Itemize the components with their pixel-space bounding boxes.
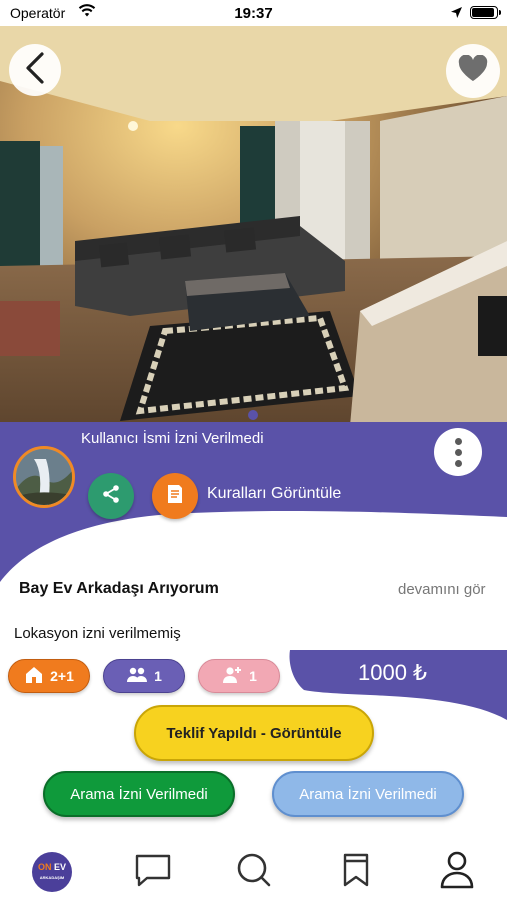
location-arrow-icon (450, 6, 463, 24)
document-icon (165, 483, 185, 510)
price-label: 1000 ₺ (358, 660, 428, 685)
listing-title: Bay Ev Arkadaşı Arıyorum (19, 580, 219, 597)
tab-bar: ON EV ARKADAŞIM (0, 838, 507, 900)
status-bar: Operatör 19:37 (0, 0, 507, 26)
more-options-button[interactable] (434, 428, 482, 476)
add-person-icon (221, 666, 243, 687)
tab-search[interactable] (232, 852, 276, 892)
share-button[interactable] (88, 473, 134, 519)
chat-icon (133, 852, 173, 893)
listing-photo[interactable] (0, 26, 507, 426)
resident-count-badge: 1 (103, 659, 185, 693)
location-text: Lokasyon izni verilmemiş (14, 625, 181, 642)
battery-icon (470, 6, 501, 19)
wanted-count-badge: 1 (198, 659, 280, 693)
call-button[interactable]: Arama İzni Verilmedi (43, 771, 235, 817)
view-offer-button[interactable]: Teklif Yapıldı - Görüntüle (134, 705, 374, 761)
back-button[interactable] (9, 44, 61, 96)
profile-icon (439, 850, 475, 895)
tab-saved[interactable] (334, 852, 378, 892)
rules-button[interactable] (152, 473, 198, 519)
avatar[interactable] (13, 446, 75, 508)
wanted-count-value: 1 (249, 668, 257, 684)
resident-count-value: 1 (154, 668, 162, 684)
people-icon (126, 667, 148, 686)
read-more-link[interactable]: devamını gör (398, 581, 486, 598)
clock: 19:37 (234, 5, 273, 22)
photo-pager-dot (248, 410, 258, 420)
share-icon (101, 484, 121, 509)
tab-profile[interactable] (435, 850, 479, 895)
app-logo: ON EV ARKADAŞIM (37, 861, 67, 880)
owner-name: Kullanıcı İsmi İzni Verilmedi (81, 430, 264, 447)
favorite-button[interactable] (446, 44, 500, 98)
room-count-value: 2+1 (50, 668, 74, 684)
bookmark-icon (341, 852, 371, 893)
message-button[interactable]: Arama İzni Verilmedi (272, 771, 464, 817)
house-icon (24, 666, 44, 687)
rules-link[interactable]: Kuralları Görüntüle (207, 485, 341, 503)
heart-icon (458, 54, 488, 87)
tab-messages[interactable] (131, 852, 175, 892)
more-dots-icon (454, 437, 462, 445)
tab-home[interactable]: ON EV ARKADAŞIM (32, 852, 72, 892)
chevron-left-icon (24, 51, 46, 90)
room-count-badge: 2+1 (8, 659, 90, 693)
search-icon (235, 851, 273, 894)
